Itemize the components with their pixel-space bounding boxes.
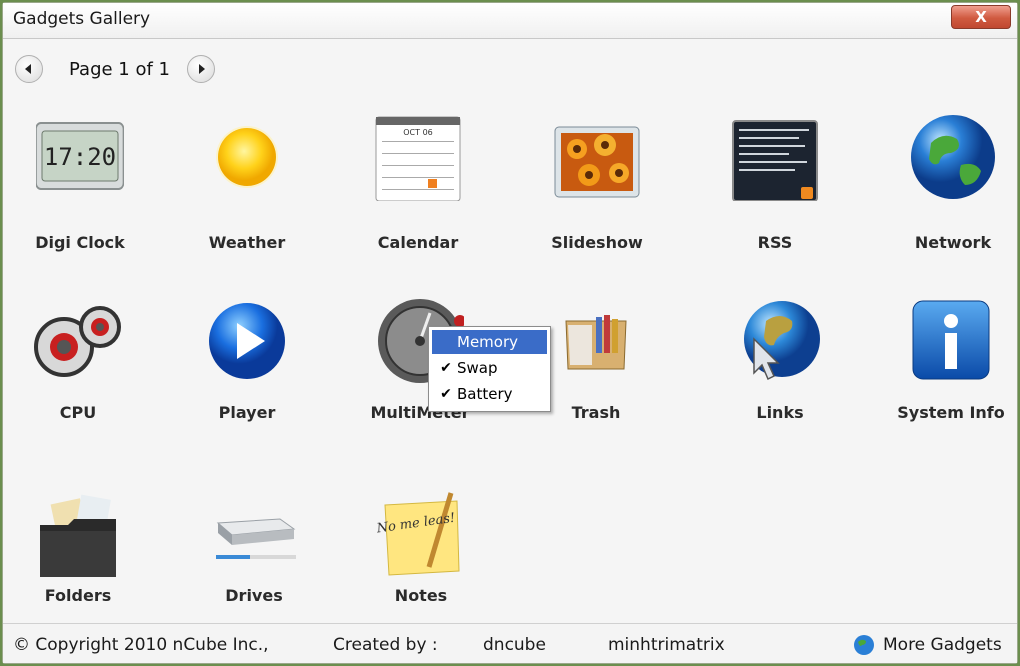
gadget-label: System Info: [897, 403, 1005, 422]
gadget-label: Folders: [44, 586, 112, 605]
globe-icon: [911, 115, 995, 199]
gadget-cpu[interactable]: CPU: [3, 299, 153, 429]
context-menu: Memory ✔ Swap ✔ Battery: [428, 326, 551, 412]
photo-frame-icon: [554, 126, 640, 198]
arrow-left-icon: [25, 64, 31, 74]
gadget-network[interactable]: Network: [878, 113, 1020, 263]
calendar-icon: OCT 06: [375, 116, 461, 201]
trash-box-icon: [565, 315, 627, 370]
close-button[interactable]: X: [951, 5, 1011, 29]
gadget-notes[interactable]: No me leas! Notes: [346, 491, 496, 611]
gadget-player[interactable]: Player: [172, 299, 322, 429]
gadget-label: RSS: [757, 233, 793, 252]
calendar-month: OCT 06: [403, 128, 433, 137]
more-gadgets-link[interactable]: More Gadgets: [883, 635, 1002, 655]
gadget-rss[interactable]: RSS: [700, 113, 850, 263]
gadget-label: Slideshow: [551, 233, 643, 252]
digital-clock-icon: 17:20: [36, 122, 124, 190]
gadget-label: Drives: [225, 586, 283, 605]
globe-pointer-icon: [744, 301, 820, 381]
gadget-links[interactable]: Links: [705, 299, 855, 429]
gadget-digi-clock[interactable]: 17:20 Digi Clock: [5, 113, 155, 263]
menu-item-label: Swap: [457, 359, 498, 377]
menu-item-swap[interactable]: ✔ Swap: [432, 356, 547, 380]
menu-item-label: Battery: [457, 385, 513, 403]
gadget-label: Weather: [208, 233, 286, 252]
cpu-gauges-icon: [34, 306, 121, 377]
sun-icon: [216, 126, 278, 188]
play-icon: [209, 303, 285, 379]
rss-badge-icon: [801, 187, 813, 199]
gadget-label: Links: [756, 403, 804, 422]
gadget-label: Calendar: [377, 233, 459, 252]
menu-item-memory[interactable]: Memory: [432, 330, 547, 354]
menu-item-label: Memory: [457, 333, 519, 351]
gadget-slideshow[interactable]: Slideshow: [522, 113, 672, 263]
next-page-button[interactable]: [187, 55, 215, 83]
rss-feed-icon: [732, 120, 818, 201]
checkmark-icon: ✔: [440, 360, 452, 376]
drive-icon: [216, 518, 296, 559]
sticky-note-icon: No me leas!: [377, 492, 460, 576]
gadget-folders[interactable]: Folders: [3, 491, 153, 611]
gadgets-gallery-window: Gadgets Gallery X Page 1 of 1 17:20 Digi…: [2, 2, 1018, 664]
menu-item-battery[interactable]: ✔ Battery: [432, 382, 547, 406]
globe-icon: [854, 635, 874, 655]
info-icon: [912, 300, 990, 380]
gadget-label: Notes: [394, 586, 448, 605]
gadget-label: CPU: [59, 403, 97, 422]
folder-icon: [40, 494, 116, 577]
title-bar: Gadgets Gallery X: [3, 3, 1017, 39]
gadget-calendar[interactable]: OCT 06 Calendar: [343, 113, 493, 263]
page-indicator: Page 1 of 1: [69, 59, 170, 80]
gadget-label: Digi Clock: [35, 233, 125, 252]
checkmark-icon: ✔: [440, 386, 452, 402]
gadget-label: Player: [218, 403, 276, 422]
author-link-minhtrimatrix[interactable]: minhtrimatrix: [608, 635, 725, 655]
previous-page-button[interactable]: [15, 55, 43, 83]
author-link-dncube[interactable]: dncube: [483, 635, 546, 655]
copyright-text: © Copyright 2010 nCube Inc.,: [13, 635, 269, 655]
clock-text: 17:20: [44, 143, 116, 171]
gadget-weather[interactable]: Weather: [172, 113, 322, 263]
gadget-drives[interactable]: Drives: [179, 491, 329, 611]
created-by-label: Created by :: [333, 635, 438, 655]
arrow-right-icon: [199, 64, 205, 74]
footer: © Copyright 2010 nCube Inc., Created by …: [3, 623, 1017, 663]
gadget-label: Network: [914, 233, 992, 252]
window-title: Gadgets Gallery: [13, 9, 151, 29]
gadget-system-info[interactable]: System Info: [876, 299, 1020, 429]
